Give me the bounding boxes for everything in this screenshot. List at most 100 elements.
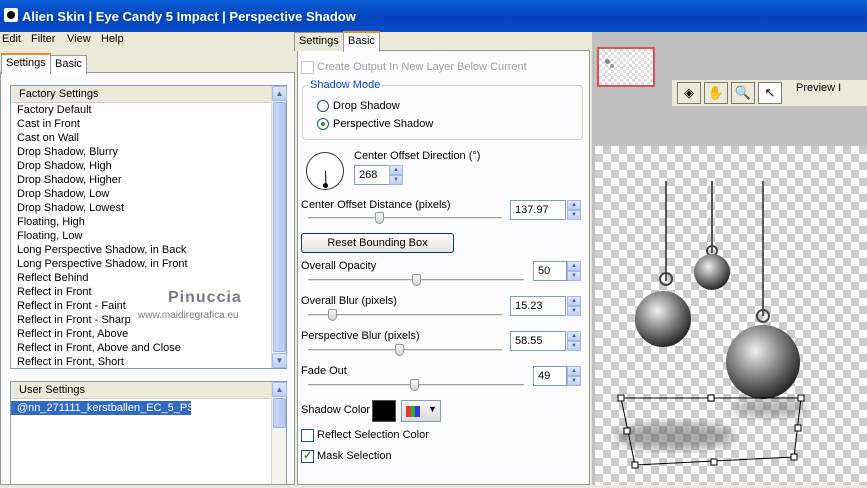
reset-bounding-box-button[interactable]: Reset Bounding Box (301, 233, 454, 253)
factory-setting-item[interactable]: Drop Shadow, Low (11, 187, 286, 201)
color-picker-button[interactable]: ▼ (401, 400, 441, 422)
pblur-slider-track[interactable] (308, 349, 502, 352)
menu-view[interactable]: View (67, 33, 91, 45)
user-scrollbar[interactable]: ▲ (271, 382, 287, 484)
blur-slider-track[interactable] (308, 314, 502, 317)
factory-setting-item[interactable]: Reflect in Front, Short (11, 355, 286, 369)
user-scroll-thumb[interactable] (273, 398, 286, 428)
pblur-slider-thumb[interactable] (395, 344, 404, 356)
create-output-checkbox[interactable] (301, 61, 314, 74)
drop-shadow-radio[interactable] (317, 100, 329, 112)
perspective-shadow-label: Perspective Shadow (333, 118, 434, 130)
fade-input[interactable]: 49 (533, 366, 567, 386)
fade-spinner[interactable]: ▲ ▼ (567, 366, 581, 386)
scroll-down-button[interactable]: ▼ (272, 353, 287, 368)
factory-setting-item[interactable]: Drop Shadow, Higher (11, 173, 286, 187)
factory-setting-item[interactable]: Drop Shadow, High (11, 159, 286, 173)
create-output-label: Create Output In New Layer Below Current (317, 61, 527, 73)
shadow-blob-2 (732, 398, 808, 418)
shadow-color-label: Shadow Color (301, 404, 371, 416)
ornament-ball (726, 325, 800, 399)
user-settings-header: User Settings (11, 382, 286, 399)
factory-settings-header: Factory Settings (11, 86, 286, 103)
factory-setting-item[interactable]: Floating, Low (11, 229, 286, 243)
watermark-name: Pinuccia (168, 289, 242, 306)
opacity-slider-thumb[interactable] (412, 274, 421, 286)
perspective-shadow-radio[interactable] (317, 118, 329, 130)
mask-selection-checkbox[interactable] (301, 449, 314, 463)
factory-setting-item[interactable]: Factory Default (11, 103, 286, 117)
direction-spinner[interactable]: ▲ ▼ (389, 165, 403, 185)
factory-setting-item[interactable]: Reflect in Front (11, 285, 286, 299)
dropdown-arrow-icon: ▼ (428, 404, 437, 414)
menu-edit[interactable]: Edit (2, 33, 21, 45)
distance-slider-thumb[interactable] (375, 212, 384, 224)
opacity-input[interactable]: 50 (533, 261, 567, 281)
blur-label: Overall Blur (pixels) (301, 295, 397, 307)
distance-spinner[interactable]: ▲ ▼ (567, 200, 581, 220)
pblur-input[interactable]: 58.55 (510, 331, 566, 351)
mask-selection-label: Mask Selection (317, 450, 392, 462)
menu-filter[interactable]: Filter (31, 33, 55, 45)
factory-setting-item[interactable]: Reflect Behind (11, 271, 286, 285)
opacity-spinner[interactable]: ▲ ▼ (567, 261, 581, 281)
factory-items: Factory Default Cast in Front Cast on Wall… (11, 103, 286, 369)
scroll-up-button[interactable]: ▲ (272, 86, 287, 101)
factory-setting-item[interactable]: Reflect in Front, Above (11, 327, 286, 341)
pblur-label: Perspective Blur (pixels) (301, 330, 420, 342)
ornament-ball (694, 254, 730, 290)
factory-setting-item[interactable]: Long Perspective Shadow, in Front (11, 257, 286, 271)
preview-label: Preview I (796, 82, 842, 94)
ornament-ball (635, 291, 691, 347)
tab-basic-right[interactable]: Basic (343, 31, 380, 52)
arrow-icon[interactable]: ↖ (758, 82, 782, 104)
pblur-spinner[interactable]: ▲ ▼ (567, 331, 581, 351)
user-scroll-up[interactable]: ▲ (272, 382, 287, 397)
distance-label: Center Offset Distance (pixels) (301, 199, 451, 211)
user-settings-list: User Settings @nn_271111_kerstballen_EC_… (10, 381, 287, 485)
direction-dial[interactable] (306, 152, 344, 190)
shadow-color-swatch[interactable] (372, 400, 396, 422)
direction-input[interactable]: 268 (354, 165, 390, 185)
factory-setting-item[interactable]: Cast on Wall (11, 131, 286, 145)
user-setting-item[interactable]: @nn_271111_kerstballen_EC_5_PS (11, 401, 195, 415)
tab-basic-left[interactable]: Basic (50, 55, 87, 74)
reflect-selection-label: Reflect Selection Color (317, 429, 429, 441)
factory-setting-item[interactable]: Drop Shadow, Blurry (11, 145, 286, 159)
app-icon (4, 8, 18, 22)
factory-setting-item[interactable]: Long Perspective Shadow, in Back (11, 243, 286, 257)
distance-input[interactable]: 137.97 (510, 200, 566, 220)
distance-slider-track[interactable] (308, 217, 502, 220)
factory-setting-item[interactable]: Cast in Front (11, 117, 286, 131)
tab-settings-left[interactable]: Settings (1, 53, 51, 74)
drop-shadow-label: Drop Shadow (333, 100, 400, 112)
reflect-selection-checkbox[interactable] (301, 429, 314, 442)
zoom-icon[interactable]: 🔍 (731, 82, 755, 104)
factory-setting-item[interactable]: Reflect in Front, Above and Close (11, 341, 286, 355)
hand-icon[interactable]: ✋ (704, 82, 728, 104)
navigator-thumbnail[interactable] (597, 47, 655, 87)
preview-canvas[interactable] (595, 146, 867, 485)
shadow-mode-label: Shadow Mode (308, 79, 383, 91)
menu-help[interactable]: Help (101, 33, 124, 45)
shadow-mode-group (302, 85, 583, 140)
tab-settings-right[interactable]: Settings (294, 32, 344, 51)
preview-svg (615, 181, 808, 469)
factory-scrollbar[interactable]: ▲ ▼ (271, 86, 287, 368)
fade-label: Fade Out (301, 365, 347, 377)
title-bar: Alien Skin | Eye Candy 5 Impact | Perspe… (0, 0, 867, 32)
factory-setting-item[interactable]: Floating, High (11, 215, 286, 229)
shadow-blob (615, 422, 735, 450)
menu-bar: Edit Filter View Help (0, 32, 295, 50)
palette-tool-icon[interactable]: ◈ (677, 82, 701, 104)
blur-slider-thumb[interactable] (328, 309, 337, 321)
scroll-thumb[interactable] (273, 102, 286, 352)
window-title: Alien Skin | Eye Candy 5 Impact | Perspe… (22, 9, 356, 24)
opacity-label: Overall Opacity (301, 260, 377, 272)
palette-icon (406, 406, 420, 417)
blur-spinner[interactable]: ▲ ▼ (567, 296, 581, 316)
blur-input[interactable]: 15.23 (510, 296, 566, 316)
factory-setting-item[interactable]: Drop Shadow, Lowest (11, 201, 286, 215)
fade-slider-thumb[interactable] (410, 379, 419, 391)
factory-settings-list: Factory Settings Factory Default Cast in … (10, 85, 287, 369)
